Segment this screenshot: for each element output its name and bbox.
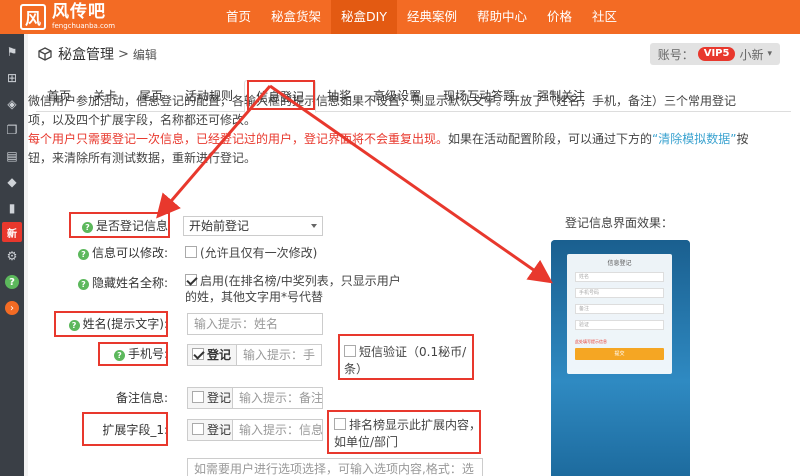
nav-help[interactable]: 帮助中心 bbox=[467, 0, 537, 34]
arrow-circle-icon[interactable]: › bbox=[0, 296, 24, 320]
nav-community[interactable]: 社区 bbox=[582, 0, 627, 34]
clear-data-link[interactable]: “清除模拟数据” bbox=[652, 132, 736, 146]
help-icon: ? bbox=[77, 249, 89, 260]
sitemap-icon[interactable]: ⊞ bbox=[0, 66, 24, 90]
account-prefix: 账号： bbox=[657, 47, 694, 62]
nav-diy[interactable]: 秘盒DIY bbox=[331, 0, 397, 34]
users-icon[interactable]: ⚙ bbox=[0, 244, 24, 268]
preview-field-note: 备注 bbox=[575, 304, 664, 314]
nav-home[interactable]: 首页 bbox=[216, 0, 261, 34]
clone-icon[interactable]: ❐ bbox=[0, 118, 24, 142]
editable-option[interactable]: (允许且仅有一次修改) bbox=[185, 245, 317, 261]
hide-name-label: ? 隐藏姓名全称: bbox=[28, 273, 168, 293]
preview-field-phone: 手机号码 bbox=[575, 288, 664, 298]
phone-hint-input[interactable]: 输入提示：手 bbox=[236, 344, 322, 366]
ext1-hint-input[interactable]: 输入提示：信息 bbox=[232, 419, 323, 441]
annotation-box-ext1-option bbox=[327, 410, 481, 454]
nav-shelf[interactable]: 秘盒货架 bbox=[261, 0, 331, 34]
preview-field-name: 姓名 bbox=[575, 272, 664, 282]
annotation-box-sms bbox=[338, 334, 474, 380]
top-bar: 风 风传吧 fengchuanba.com 首页 秘盒货架 秘盒DIY 经典案例… bbox=[0, 0, 800, 34]
logo[interactable]: 风 风传吧 fengchuanba.com bbox=[0, 4, 200, 30]
briefcase-icon[interactable]: ▮ bbox=[0, 196, 24, 220]
preview-field-verify: 验证 bbox=[575, 320, 664, 330]
logo-mark-icon: 风 bbox=[20, 4, 46, 30]
film-icon[interactable]: ▤ bbox=[0, 144, 24, 168]
flag-icon[interactable]: ⚑ bbox=[0, 40, 24, 64]
main-nav: 首页 秘盒货架 秘盒DIY 经典案例 帮助中心 价格 社区 bbox=[216, 0, 627, 34]
note-label: 备注信息: bbox=[115, 391, 168, 405]
annotation-box-phone bbox=[98, 342, 168, 366]
vip-badge: VIP5 bbox=[697, 47, 736, 61]
name-hint-input[interactable]: 输入提示：姓名 bbox=[187, 313, 323, 335]
hide-name-option[interactable]: 启用(在排名榜/中奖列表，只显示用户的姓，其他文字用*号代替 bbox=[185, 273, 405, 305]
phone-register-checkbox[interactable] bbox=[192, 348, 204, 360]
breadcrumb-separator: > bbox=[118, 46, 129, 62]
intro-warning: 每个用户只需要登记一次信息，已经登记过的用户，登记界面将不会重复出现。 bbox=[28, 132, 449, 146]
preview-submit-button: 提交 bbox=[575, 348, 664, 360]
note-register-toggle[interactable]: 登记 bbox=[187, 387, 233, 409]
register-select[interactable]: 开始前登记 bbox=[183, 216, 323, 236]
annotation-box-tab bbox=[247, 80, 315, 110]
new-badge[interactable]: 新 bbox=[2, 222, 22, 242]
annotation-box-ext1 bbox=[82, 412, 168, 446]
logo-name: 风传吧 bbox=[52, 2, 106, 22]
annotation-box-name bbox=[54, 311, 168, 337]
hide-name-checkbox[interactable] bbox=[185, 274, 197, 286]
nav-price[interactable]: 价格 bbox=[537, 0, 582, 34]
breadcrumb-current: 编辑 bbox=[132, 47, 157, 62]
preview-form-card: 信息登记 姓名 手机号码 备注 验证 此处填写提示信息 提交 bbox=[567, 254, 672, 374]
intro-text: 微信用户参加活动，信息登记的配置，各输入框的提示信息如果不设置，则显示默认文字。… bbox=[28, 92, 758, 168]
note-hint-input[interactable]: 输入提示：备注 bbox=[232, 387, 323, 409]
help-glyph: ? bbox=[5, 275, 19, 289]
cubes-icon[interactable]: ◈ bbox=[0, 92, 24, 116]
user-account-chip[interactable]: 账号： VIP5 小新 ▾ bbox=[649, 43, 780, 65]
logo-domain: fengchuanba.com bbox=[52, 22, 116, 30]
preview-card-title: 信息登记 bbox=[607, 260, 632, 267]
user-name: 小新 bbox=[739, 47, 764, 62]
preview-note: 此处填写提示信息 bbox=[575, 339, 607, 344]
breadcrumb: 秘盒管理 > 编辑 账号： VIP5 小新 ▾ bbox=[28, 34, 800, 74]
ext1-register-checkbox[interactable] bbox=[192, 423, 204, 435]
editable-label: ? 信息可以修改: bbox=[28, 243, 168, 263]
nav-cases[interactable]: 经典案例 bbox=[397, 0, 467, 34]
chevron-down-icon bbox=[311, 224, 317, 228]
preview-title: 登记信息界面效果： bbox=[565, 216, 674, 230]
options-textarea[interactable]: 如需要用户进行选项选择，可输入选项内容,格式：选 bbox=[187, 458, 483, 476]
tags-icon[interactable]: ◆ bbox=[0, 170, 24, 194]
help-icon: ? bbox=[77, 279, 89, 290]
page-title: 秘盒管理 bbox=[58, 47, 114, 63]
intro-line1: 微信用户参加活动，信息登记的配置，各输入框的提示信息如果不设置，则显示默认文字。… bbox=[28, 94, 737, 127]
help-icon[interactable]: ? bbox=[0, 270, 24, 294]
sidebar: ⚑ ⊞ ◈ ❐ ▤ ◆ ▮ 新 ⚙ ? › bbox=[0, 34, 24, 476]
ext1-register-toggle[interactable]: 登记 bbox=[187, 419, 233, 441]
intro-line2a: 如果在活动配置阶段，可以通过下方的 bbox=[448, 132, 653, 146]
phone-preview: 信息登记 姓名 手机号码 备注 验证 此处填写提示信息 提交 bbox=[551, 240, 690, 476]
chevron-down-icon: ▾ bbox=[767, 49, 772, 59]
note-register-checkbox[interactable] bbox=[192, 391, 204, 403]
arrow-glyph: › bbox=[5, 301, 19, 315]
cube-icon bbox=[38, 47, 52, 61]
phone-register-toggle[interactable]: 登记 bbox=[187, 344, 237, 366]
annotation-box-register bbox=[69, 212, 170, 238]
editable-checkbox[interactable] bbox=[185, 246, 197, 258]
